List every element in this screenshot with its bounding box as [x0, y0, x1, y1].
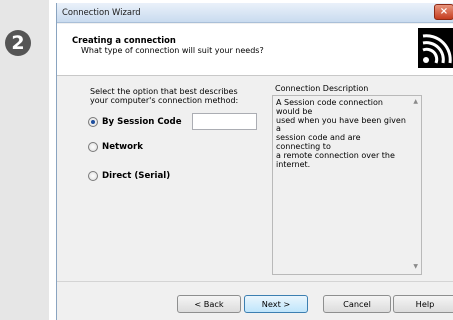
footer-divider	[57, 281, 453, 282]
description-text: A Session code connection would be used …	[276, 98, 406, 169]
radio-unchecked-icon[interactable]	[88, 142, 98, 152]
wizard-header: Creating a connection What type of conne…	[57, 24, 453, 76]
connection-description-group: A Session code connection would be used …	[267, 81, 422, 275]
scroll-up-icon[interactable]: ▲	[413, 98, 418, 105]
back-button[interactable]: < Back	[177, 295, 241, 313]
radio-label-direct-serial: Direct (Serial)	[102, 171, 171, 181]
description-textbox[interactable]: A Session code connection would be used …	[272, 95, 422, 275]
description-line: session code and are connecting to	[276, 133, 361, 151]
selection-prompt: Select the option that best describes yo…	[90, 87, 280, 105]
header-title: Creating a connection	[72, 35, 176, 45]
radio-by-session-code[interactable]: By Session Code	[88, 117, 182, 127]
description-line: A Session code connection would be	[276, 98, 383, 116]
signal-waves-icon	[418, 28, 453, 68]
help-button[interactable]: Help	[393, 295, 453, 313]
step-panel: 2	[0, 0, 49, 320]
window-title: Connection Wizard	[62, 7, 141, 17]
cancel-button[interactable]: Cancel	[323, 295, 391, 313]
step-number-badge: 2	[5, 30, 31, 56]
scroll-down-icon[interactable]: ▼	[413, 263, 418, 270]
header-subtitle: What type of connection will suit your n…	[81, 46, 264, 55]
description-line: used when you have been given a	[276, 115, 406, 134]
radio-label-network: Network	[102, 142, 143, 152]
radio-direct-serial[interactable]: Direct (Serial)	[88, 171, 170, 181]
close-button[interactable]: ×	[434, 4, 453, 20]
description-line: internet.	[276, 159, 311, 169]
title-bar: Connection Wizard ×	[57, 3, 453, 23]
radio-unchecked-icon[interactable]	[88, 171, 98, 181]
prompt-line-1: Select the option that best describes	[90, 87, 238, 96]
next-button[interactable]: Next >	[244, 295, 308, 313]
radio-checked-icon[interactable]	[88, 117, 98, 127]
description-group-title: Connection Description	[274, 84, 370, 93]
radio-network[interactable]: Network	[88, 142, 143, 152]
radio-label-session-code: By Session Code	[102, 117, 182, 127]
session-code-input[interactable]	[192, 113, 257, 130]
connection-wizard-window: Connection Wizard × Creating a connectio…	[56, 3, 453, 320]
prompt-line-2: your computer's connection method:	[90, 96, 239, 105]
